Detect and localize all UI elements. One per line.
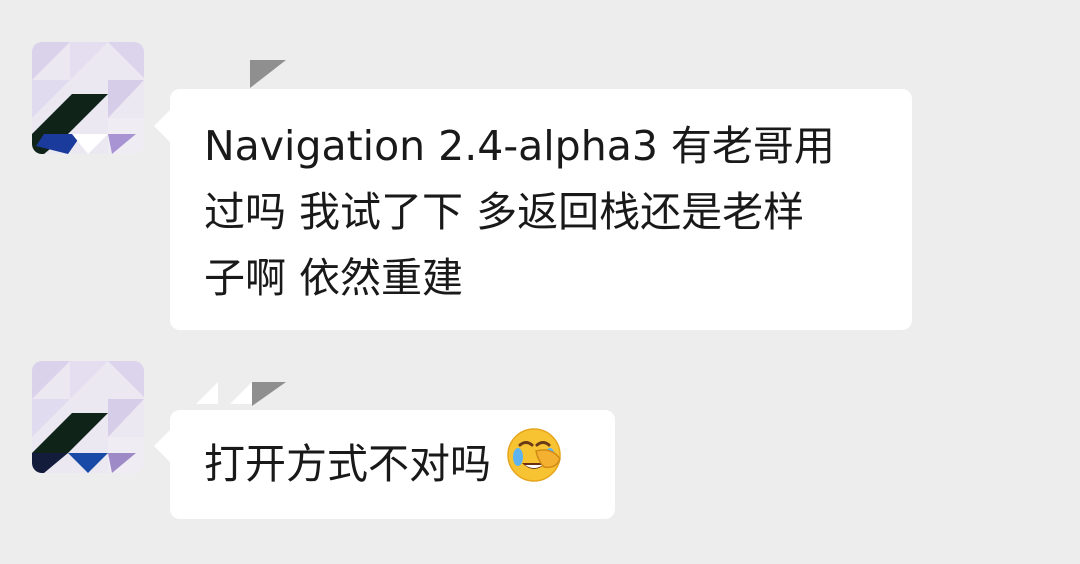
message-content: 打开方式不对吗 <box>204 427 562 502</box>
decoration-triangle <box>230 382 252 404</box>
message-text: Navigation 2.4-alpha3 有老哥用 过吗 我试了下 多返回栈还… <box>204 122 835 302</box>
face-with-tears-of-joy-covering-face-icon <box>506 427 562 502</box>
sender-avatar[interactable] <box>32 361 144 473</box>
avatar-pattern-icon <box>32 361 144 473</box>
bubble-tail <box>154 110 170 142</box>
message-bubble[interactable]: 打开方式不对吗 <box>170 410 615 519</box>
sender-avatar[interactable] <box>32 42 144 154</box>
decoration-triangle <box>196 382 218 404</box>
decoration-triangle <box>250 60 286 88</box>
bubble-tail <box>154 430 170 462</box>
message-text: 打开方式不对吗 <box>204 440 491 488</box>
decoration-triangle <box>252 382 286 406</box>
avatar-pattern-icon <box>32 42 144 154</box>
message-bubble[interactable]: Navigation 2.4-alpha3 有老哥用 过吗 我试了下 多返回栈还… <box>170 89 912 330</box>
